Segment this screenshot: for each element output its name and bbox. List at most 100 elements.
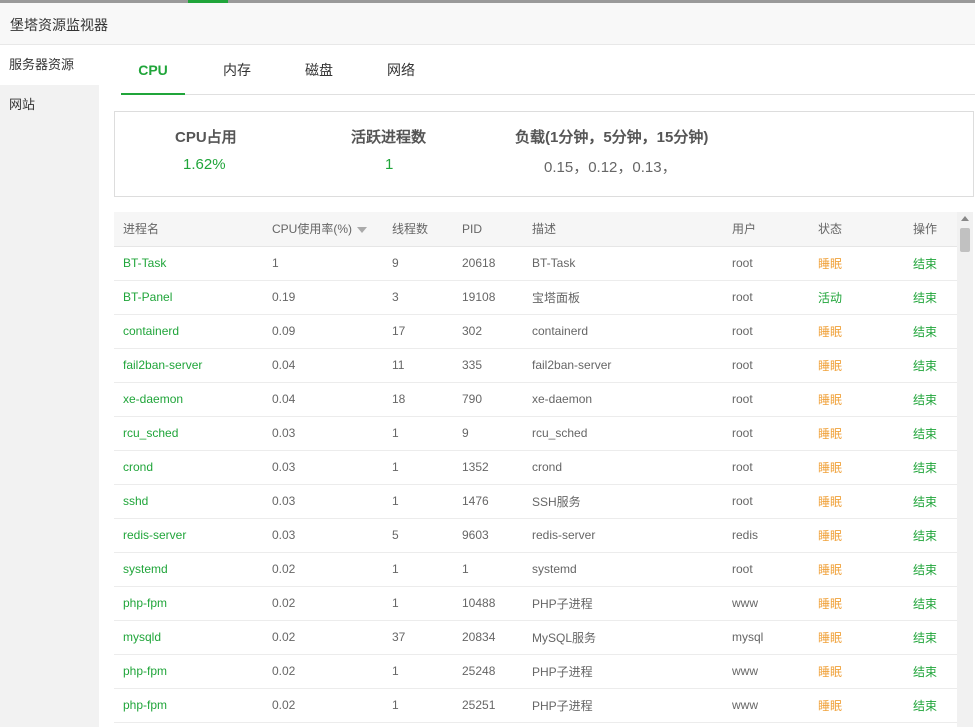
scroll-up-arrow-icon[interactable] — [961, 216, 969, 221]
cell-status: 睡眠 — [809, 518, 904, 553]
cell-action[interactable]: 结束 — [904, 314, 957, 349]
cell-process-name[interactable]: crond — [114, 450, 263, 485]
table-row: containerd 0.09 17 302 containerd root 睡眠 结束 — [114, 314, 957, 349]
load-label: 负载(1分钟，5分钟，15分钟) — [515, 129, 709, 146]
cell-cpu-usage: 0.04 — [263, 348, 383, 383]
cell-process-name[interactable]: systemd — [114, 552, 263, 587]
header-process-name[interactable]: 进程名 — [114, 212, 263, 247]
cell-process-name[interactable]: redis-server — [114, 518, 263, 553]
cell-thread-count: 5 — [383, 518, 453, 553]
kill-process-button[interactable]: 结束 — [913, 699, 937, 713]
cell-thread-count: 18 — [383, 382, 453, 417]
cell-action[interactable]: 结束 — [904, 518, 957, 553]
cell-action[interactable]: 结束 — [904, 450, 957, 485]
cell-user: root — [723, 416, 809, 451]
cell-cpu-usage: 0.09 — [263, 314, 383, 349]
kill-process-button[interactable]: 结束 — [913, 495, 937, 509]
tab-cpu[interactable]: CPU — [121, 45, 185, 95]
cell-action[interactable]: 结束 — [904, 416, 957, 451]
header-cpu-usage[interactable]: CPU使用率(%) — [263, 212, 383, 247]
cell-process-name[interactable]: php-fpm — [114, 688, 263, 723]
cell-process-name[interactable]: php-fpm — [114, 586, 263, 621]
header-threads[interactable]: 线程数 — [383, 212, 453, 247]
cell-action[interactable]: 结束 — [904, 382, 957, 417]
cell-action[interactable]: 结束 — [904, 484, 957, 519]
cell-process-name[interactable]: xe-daemon — [114, 382, 263, 417]
cell-cpu-usage: 0.03 — [263, 416, 383, 451]
cell-action[interactable]: 结束 — [904, 552, 957, 587]
kill-process-button[interactable]: 结束 — [913, 461, 937, 475]
table-scrollbar[interactable] — [957, 212, 973, 727]
cell-pid: 25248 — [453, 654, 523, 689]
scroll-thumb[interactable] — [960, 228, 970, 252]
table-row: php-fpm 0.02 1 25251 PHP子进程 www 睡眠 结束 — [114, 688, 957, 723]
cell-cpu-usage: 0.03 — [263, 484, 383, 519]
header-user[interactable]: 用户 — [723, 212, 809, 247]
kill-process-button[interactable]: 结束 — [913, 665, 937, 679]
cell-action[interactable]: 结束 — [904, 654, 957, 689]
kill-process-button[interactable]: 结束 — [913, 291, 937, 305]
title-bar: 堡塔资源监视器 — [0, 3, 975, 45]
cell-action[interactable]: 结束 — [904, 280, 957, 315]
header-status[interactable]: 状态 — [809, 212, 904, 247]
kill-process-button[interactable]: 结束 — [913, 325, 937, 339]
status-badge: 睡眠 — [818, 426, 843, 441]
cell-status: 睡眠 — [809, 552, 904, 587]
cell-pid: 1352 — [453, 450, 523, 485]
cell-process-name[interactable]: php-fpm — [114, 654, 263, 689]
kill-process-button[interactable]: 结束 — [913, 563, 937, 577]
cell-cpu-usage: 1 — [263, 246, 383, 281]
cell-action[interactable]: 结束 — [904, 586, 957, 621]
status-badge: 睡眠 — [818, 256, 843, 271]
header-pid[interactable]: PID — [453, 212, 523, 247]
tab-network[interactable]: 网络 — [369, 45, 433, 95]
cell-action[interactable]: 结束 — [904, 688, 957, 723]
sidebar-item-website[interactable]: 网站 — [0, 85, 99, 125]
cell-description: systemd — [523, 552, 723, 587]
kill-process-button[interactable]: 结束 — [913, 529, 937, 543]
cell-process-name[interactable]: sshd — [114, 484, 263, 519]
cell-status: 睡眠 — [809, 348, 904, 383]
cell-process-name[interactable]: fail2ban-server — [114, 348, 263, 383]
cell-description: MySQL服务 — [523, 620, 723, 655]
kill-process-button[interactable]: 结束 — [913, 257, 937, 271]
kill-process-button[interactable]: 结束 — [913, 359, 937, 373]
cell-thread-count: 1 — [383, 416, 453, 451]
cell-action[interactable]: 结束 — [904, 246, 957, 281]
cell-user: redis — [723, 518, 809, 553]
kill-process-button[interactable]: 结束 — [913, 393, 937, 407]
status-badge: 睡眠 — [818, 392, 843, 407]
cell-cpu-usage: 0.02 — [263, 654, 383, 689]
cell-description: rcu_sched — [523, 416, 723, 451]
tab-memory[interactable]: 内存 — [205, 45, 269, 95]
cell-process-name[interactable]: BT-Panel — [114, 280, 263, 315]
cell-pid: 10488 — [453, 586, 523, 621]
kill-process-button[interactable]: 结束 — [913, 427, 937, 441]
cell-process-name[interactable]: mysqld — [114, 620, 263, 655]
cell-process-name[interactable]: containerd — [114, 314, 263, 349]
cell-cpu-usage: 0.03 — [263, 518, 383, 553]
cell-pid: 9603 — [453, 518, 523, 553]
status-badge: 睡眠 — [818, 494, 843, 509]
cell-action[interactable]: 结束 — [904, 348, 957, 383]
cell-cpu-usage: 0.02 — [263, 688, 383, 723]
kill-process-button[interactable]: 结束 — [913, 597, 937, 611]
cell-thread-count: 1 — [383, 688, 453, 723]
cell-process-name[interactable]: rcu_sched — [114, 416, 263, 451]
header-description: 描述 — [523, 212, 723, 247]
cell-status: 睡眠 — [809, 314, 904, 349]
kill-process-button[interactable]: 结束 — [913, 631, 937, 645]
status-badge: 睡眠 — [818, 698, 843, 713]
table-header-row: 进程名 CPU使用率(%) 线程数 PID 描述 用户 状态 操作 — [114, 212, 957, 247]
cell-action[interactable]: 结束 — [904, 620, 957, 655]
cpu-usage-value: 1.62% — [183, 156, 226, 173]
status-badge: 睡眠 — [818, 630, 843, 645]
cell-user: www — [723, 654, 809, 689]
cell-cpu-usage: 0.02 — [263, 552, 383, 587]
cell-pid: 19108 — [453, 280, 523, 315]
sidebar-item-server-resources[interactable]: 服务器资源 — [0, 45, 99, 85]
cell-process-name[interactable]: BT-Task — [114, 246, 263, 281]
cell-pid: 25251 — [453, 688, 523, 723]
tab-disk[interactable]: 磁盘 — [287, 45, 351, 95]
table-row: xe-daemon 0.04 18 790 xe-daemon root 睡眠 结束 — [114, 382, 957, 417]
